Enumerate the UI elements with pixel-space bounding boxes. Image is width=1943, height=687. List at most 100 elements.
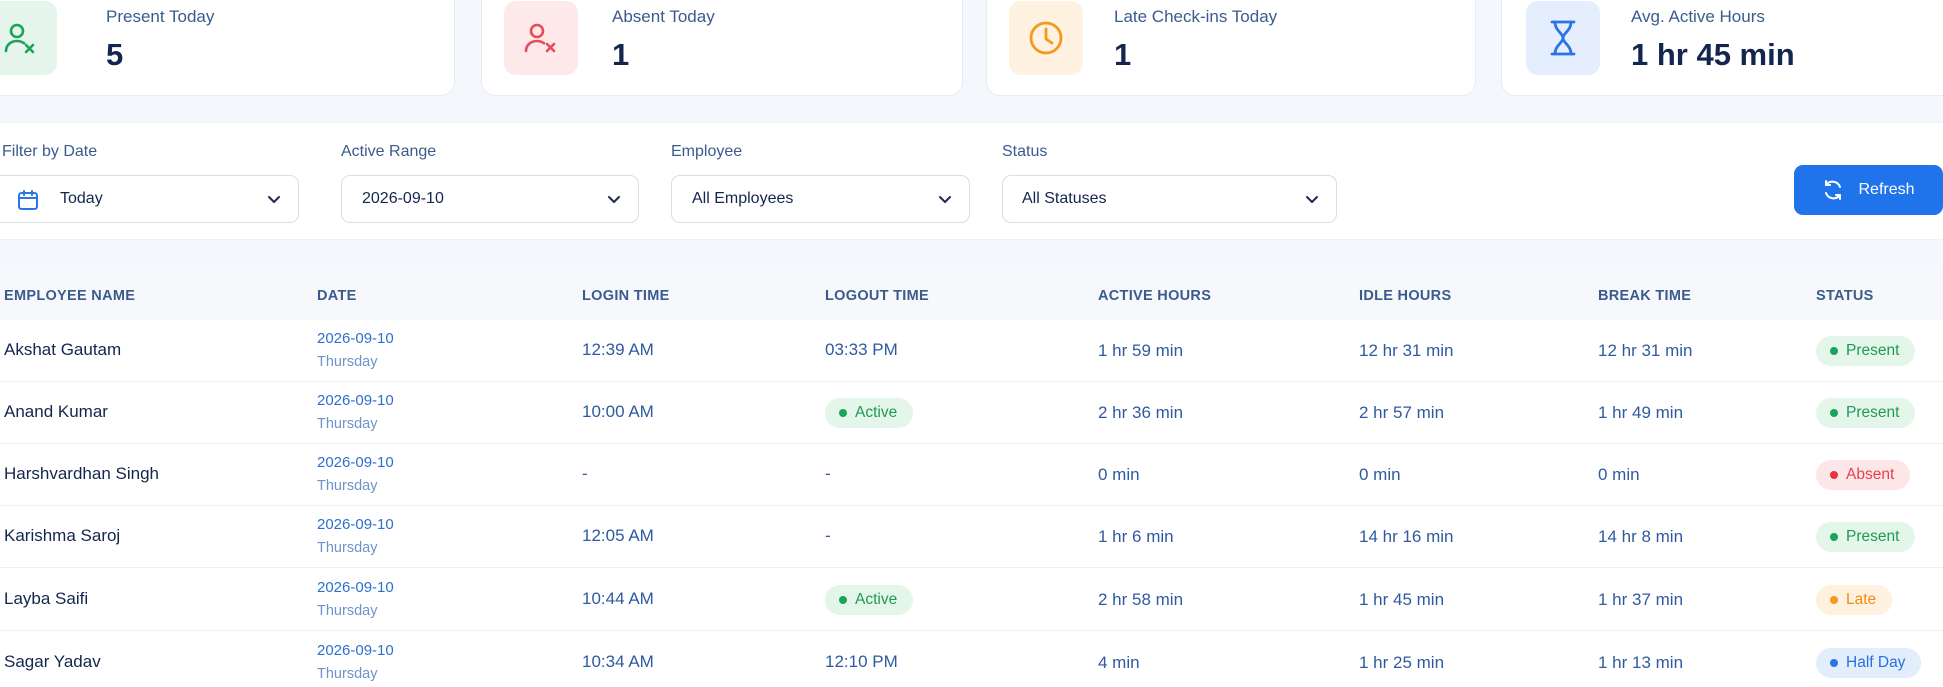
user-x-icon [524,23,556,53]
filter-date-label: Filter by Date [2,143,98,160]
active-hours: 1 hr 59 min [1098,341,1184,360]
filter-status-value: All Statuses [1022,190,1107,207]
filter-status-label: Status [1002,143,1048,160]
status-dot-icon [839,596,847,604]
row-weekday: Thursday [317,603,378,619]
table-row[interactable]: Harshvardhan Singh 2026-09-10 Thursday - - 0 … [0,444,1943,506]
status-label: Absent [1846,466,1895,483]
refresh-label: Refresh [1858,181,1915,198]
login-time: 12:39 AM [582,340,654,359]
logout-time: - [825,464,831,483]
stat-value: 1 [612,37,630,72]
stat-card-late: Late Check-ins Today 1 [986,0,1476,96]
status-badge: Present [1816,398,1916,428]
stat-label: Present Today [106,7,215,26]
login-time: 10:44 AM [582,589,654,608]
active-hours: 2 hr 58 min [1098,590,1184,609]
filter-employee-label: Employee [671,143,743,160]
filter-employee-value: All Employees [692,190,794,207]
idle-hours: 12 hr 31 min [1359,341,1454,360]
column-header[interactable]: DATE [317,288,357,304]
idle-hours: 2 hr 57 min [1359,403,1445,422]
column-header[interactable]: BREAK TIME [1598,288,1691,304]
stat-value: 1 hr 45 min [1631,37,1795,72]
chevron-down-icon [1306,196,1318,203]
filter-date-select[interactable]: Today [0,175,299,223]
stat-icon-box [504,1,578,75]
break-time: 1 hr 13 min [1598,653,1684,672]
active-session-badge: Active [825,398,914,428]
filter-bar: Filter by Date Today Active Range 2026-0… [0,122,1943,240]
column-header[interactable]: LOGOUT TIME [825,288,929,304]
filter-range-select[interactable]: 2026-09-10 [341,175,639,223]
break-time: 14 hr 8 min [1598,527,1684,546]
idle-hours: 14 hr 16 min [1359,527,1454,546]
active-session-badge: Active [825,585,914,615]
table-row[interactable]: Layba Saifi 2026-09-10 Thursday 10:44 AM Act… [0,569,1943,631]
stat-card-present: Present Today 5 [0,0,455,96]
status-dot-icon [1830,471,1838,479]
stat-label: Late Check-ins Today [1114,7,1278,26]
chevron-down-icon [268,196,280,203]
status-label: Present [1846,404,1900,421]
login-time: 12:05 AM [582,526,654,545]
filter-range-group: Active Range 2026-09-10 [341,143,639,223]
row-date: 2026-09-10 [317,579,394,596]
active-session-label: Active [855,591,898,608]
status-badge: Late [1816,585,1893,615]
filter-status-select[interactable]: All Statuses [1002,175,1337,223]
status-label: Half Day [1846,654,1906,671]
row-date: 2026-09-10 [317,642,394,659]
row-date: 2026-09-10 [317,454,394,471]
status-dot-icon [1830,533,1838,541]
stat-icon-box [1526,1,1600,75]
filter-employee-select[interactable]: All Employees [671,175,970,223]
break-time: 1 hr 37 min [1598,590,1684,609]
column-header[interactable]: EMPLOYEE NAME [4,288,135,304]
row-date: 2026-09-10 [317,392,394,409]
hourglass-icon [1550,20,1576,56]
calendar-icon [18,190,38,210]
stat-value: 5 [106,37,124,72]
table-row[interactable]: Karishma Saroj 2026-09-10 Thursday 12:05 AM… [0,506,1943,568]
logout-time: 12:10 PM [825,652,898,671]
stat-icon-box [0,1,57,75]
filter-employee-group: Employee All Employees [671,143,970,223]
row-weekday: Thursday [317,540,378,556]
logout-time: 03:33 PM [825,340,898,359]
active-hours: 4 min [1098,653,1140,672]
break-time: 0 min [1598,465,1640,484]
employee-name: Karishma Saroj [4,526,121,545]
column-header[interactable]: IDLE HOURS [1359,288,1451,304]
row-weekday: Thursday [317,666,378,682]
table-row[interactable]: Akshat Gautam 2026-09-10 Thursday 12:39 AM 0… [0,320,1943,382]
login-time: 10:34 AM [582,652,654,671]
idle-hours: 0 min [1359,465,1401,484]
table-header: EMPLOYEE NAME DATE LOGIN TIME LOGOUT TIM… [0,266,1943,320]
status-label: Late [1846,591,1877,608]
filter-date-value: Today [60,190,103,207]
column-header[interactable]: ACTIVE HOURS [1098,288,1211,304]
row-weekday: Thursday [317,354,378,370]
filter-date-group: Filter by Date Today [0,143,299,223]
filter-range-value: 2026-09-10 [362,190,444,207]
status-label: Present [1846,342,1900,359]
status-dot-icon [1830,347,1838,355]
employee-name: Sagar Yadav [4,652,101,671]
refresh-icon [1825,180,1842,200]
column-header[interactable]: LOGIN TIME [582,288,670,304]
employee-name: Harshvardhan Singh [4,464,159,483]
user-check-icon [4,23,35,54]
row-weekday: Thursday [317,416,378,432]
table-row[interactable]: Anand Kumar 2026-09-10 Thursday 10:00 AM Act… [0,382,1943,444]
active-hours: 0 min [1098,465,1140,484]
stat-label: Avg. Active Hours [1631,7,1765,26]
refresh-button[interactable]: Refresh [1794,165,1943,215]
status-badge: Half Day [1816,648,1922,678]
filter-status-group: Status All Statuses [1002,143,1337,223]
column-header[interactable]: STATUS [1816,288,1874,304]
login-time: 10:00 AM [582,402,654,421]
table-row[interactable]: Sagar Yadav 2026-09-10 Thursday 10:34 AM 12:… [0,632,1943,687]
clock-icon [1029,21,1063,55]
logout-time: - [825,526,831,545]
